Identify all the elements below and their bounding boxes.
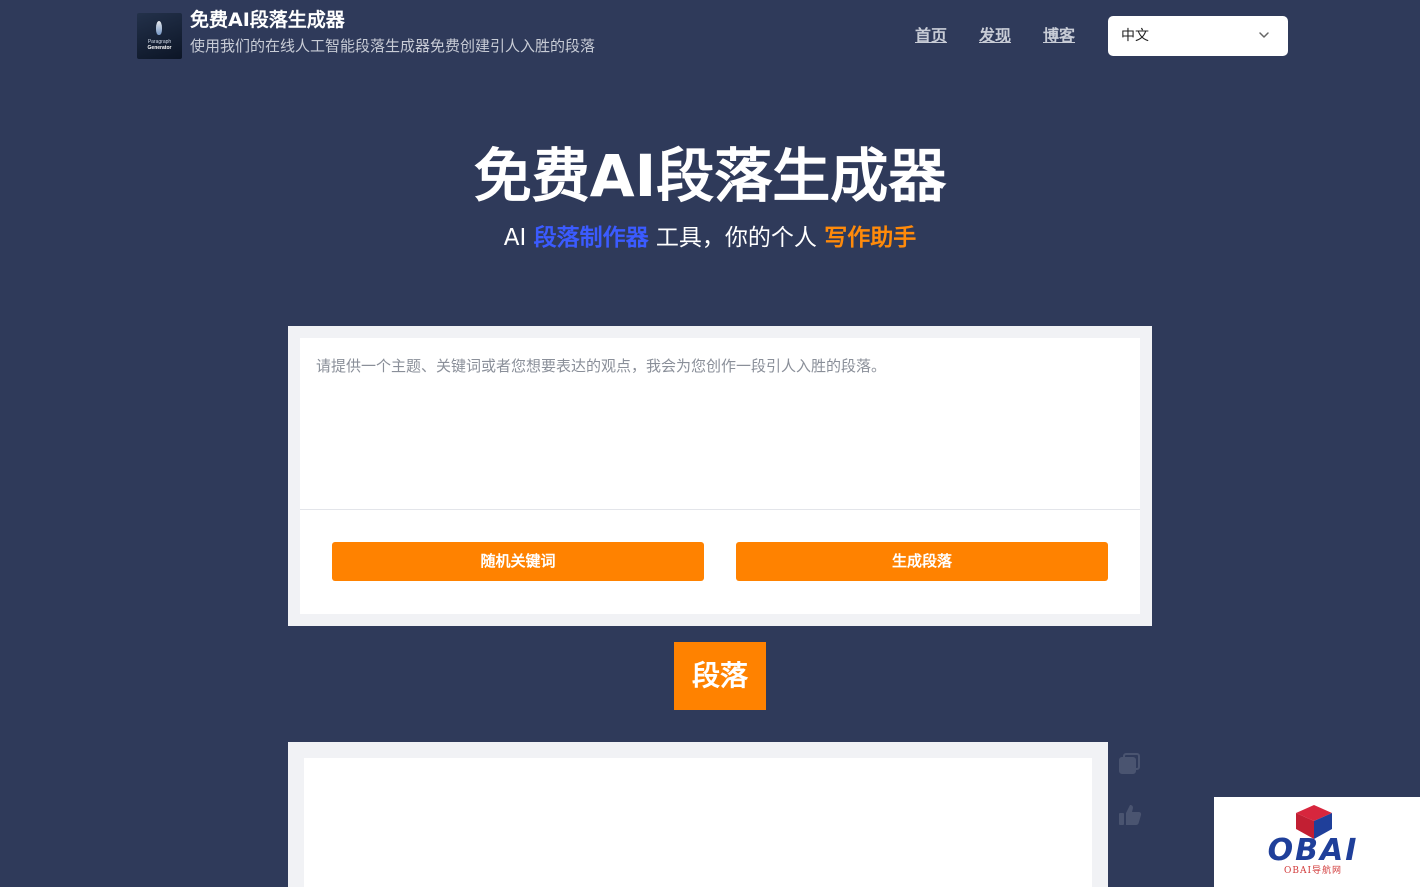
site-tagline: 使用我们的在线人工智能段落生成器免费创建引人入胜的段落 <box>190 37 596 55</box>
language-select[interactable]: 中文 <box>1108 16 1288 56</box>
output-card <box>304 758 1092 887</box>
nav-home-link[interactable]: 首页 <box>915 25 947 47</box>
site-logo[interactable]: Paragraph Generator <box>137 13 182 59</box>
hero-sub-prefix: AI <box>503 225 534 251</box>
input-card: 随机关键词 生成段落 <box>300 338 1140 614</box>
topic-textarea[interactable] <box>300 338 1140 510</box>
nav-discover-link[interactable]: 发现 <box>979 25 1011 47</box>
language-value: 中文 <box>1121 28 1149 44</box>
generate-paragraph-button[interactable]: 生成段落 <box>736 542 1108 581</box>
logo-flame-icon <box>156 21 162 35</box>
site-header: Paragraph Generator 免费AI段落生成器 使用我们的在线人工智… <box>0 0 1420 72</box>
copy-icon[interactable] <box>1117 751 1143 777</box>
input-panel: 随机关键词 生成段落 <box>288 326 1152 626</box>
hero-sub-highlight-blue: 段落制作器 <box>533 225 649 251</box>
output-panel <box>288 742 1108 887</box>
nav-blog-link[interactable]: 博客 <box>1043 25 1075 47</box>
chevron-down-icon <box>1259 32 1269 38</box>
thumbs-up-icon[interactable] <box>1117 802 1143 828</box>
badge-subtitle: OBAI导航网 <box>1283 866 1343 876</box>
hero-subtitle: AI 段落制作器 工具，你的个人 写作助手 <box>0 222 1420 254</box>
random-keywords-button[interactable]: 随机关键词 <box>332 542 704 581</box>
paragraph-section-label: 段落 <box>674 642 766 710</box>
obai-watermark-badge: OBAI OBAI导航网 <box>1214 797 1420 887</box>
site-title[interactable]: 免费AI段落生成器 <box>190 8 345 32</box>
logo-text-line2: Generator <box>147 45 172 51</box>
badge-title: OBAI <box>1267 833 1359 868</box>
hero-sub-highlight-orange: 写作助手 <box>824 225 917 251</box>
hero-sub-middle: 工具，你的个人 <box>648 225 825 251</box>
hero-title: 免费AI段落生成器 <box>473 142 947 210</box>
